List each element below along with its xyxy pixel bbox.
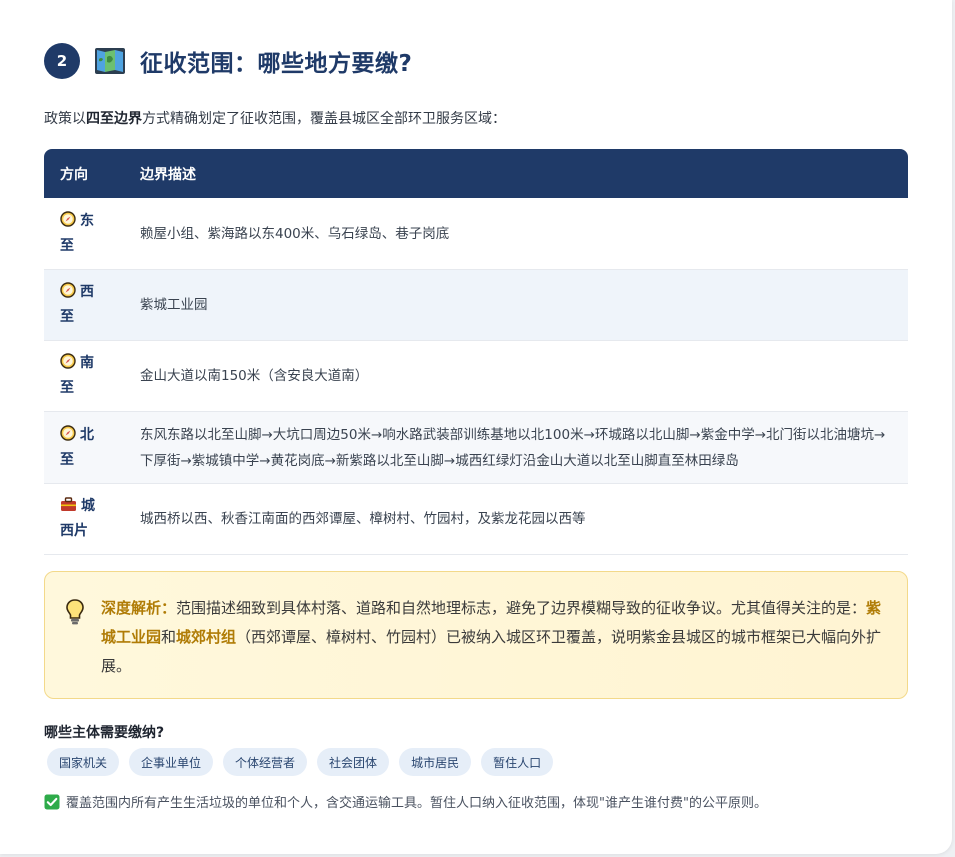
lightbulb-icon	[66, 599, 84, 625]
intro-text: 政策以四至边界方式精确划定了征收范围，覆盖县城区全部环卫服务区域：	[44, 111, 506, 127]
map-icon	[95, 48, 125, 74]
direction-cell: 东至	[60, 210, 94, 254]
description-cell: 赖屋小组、紫海路以东400米、乌石绿岛、巷子岗底	[140, 225, 450, 242]
table-row: 南至 金山大道以南150米（含安良大道南）	[44, 341, 908, 412]
content-card: 2 征收范围：哪些地方要缴? 政策以四至边界方式精确划定了征收范围，覆盖县城区全…	[0, 0, 952, 854]
table-row: 城西片 城西桥以西、秋香江南面的西郊谭屋、樟树村、竹园村，及紫龙花园以西等	[44, 484, 908, 555]
description-cell: 东风东路以北至山脚→大坑口周边50米→响水路武装部训练基地以北100米→环城路以…	[140, 426, 886, 469]
direction-cell: 北至	[60, 424, 94, 468]
direction-cell: 南至	[60, 353, 94, 396]
table-row: 西至 紫城工业园	[44, 270, 908, 341]
analysis-lead: 深度解析：	[101, 599, 177, 617]
coverage-note: 覆盖范围内所有产生生活垃圾的单位和个人，含交通运输工具。暂住人口纳入征收范围，体…	[44, 792, 767, 811]
description-cell: 紫城工业园	[140, 297, 208, 313]
subject-tag: 企事业单位	[129, 748, 214, 776]
compass-icon	[60, 282, 76, 298]
description-cell: 城西桥以西、秋香江南面的西郊谭屋、樟树村、竹园村，及紫龙花园以西等	[140, 511, 586, 527]
table-header: 方向 边界描述	[44, 149, 908, 198]
section-title: 征收范围：哪些地方要缴?	[140, 51, 413, 77]
direction-cell: 城西片	[60, 497, 95, 539]
compass-icon	[60, 210, 76, 227]
header-description: 边界描述	[140, 166, 196, 183]
bag-icon	[61, 497, 76, 511]
header-direction: 方向	[60, 166, 88, 183]
analysis-text: 深度解析：范围描述细致到具体村落、道路和自然地理标志，避免了边界模糊导致的征收争…	[101, 599, 882, 675]
table-row: 北至 东风东路以北至山脚→大坑口周边50米→响水路武装部训练基地以北100米→环…	[44, 412, 908, 484]
subject-tag: 城市居民	[399, 748, 472, 776]
section-number-badge: 2	[44, 43, 80, 79]
subjects-title: 哪些主体需要缴纳?	[44, 725, 165, 741]
subject-tag: 社会团体	[317, 748, 390, 776]
intro-emphasis: 四至边界	[86, 111, 142, 127]
section-header: 2 征收范围：哪些地方要缴?	[44, 42, 412, 80]
compass-icon	[60, 424, 76, 441]
subject-tags: 国家机关 企事业单位 个体经营者 社会团体 城市居民 暂住人口	[47, 748, 554, 776]
boundary-table: 方向 边界描述 东至 赖屋小组、紫海路以东400米、乌石绿岛、巷子岗底 西至 紫…	[44, 149, 908, 555]
subject-tag: 个体经营者	[223, 748, 308, 776]
table-row: 东至 赖屋小组、紫海路以东400米、乌石绿岛、巷子岗底	[44, 198, 908, 270]
highlight-suburban-villages: 城郊村组	[176, 628, 237, 646]
compass-icon	[60, 353, 76, 369]
subject-tag: 暂住人口	[481, 748, 554, 776]
subject-tag: 国家机关	[47, 748, 120, 776]
direction-cell: 西至	[60, 282, 94, 325]
coverage-note-text: 覆盖范围内所有产生生活垃圾的单位和个人，含交通运输工具。暂住人口纳入征收范围，体…	[66, 796, 767, 811]
analysis-callout: 深度解析：范围描述细致到具体村落、道路和自然地理标志，避免了边界模糊导致的征收争…	[44, 571, 908, 699]
description-cell: 金山大道以南150米（含安良大道南）	[140, 368, 369, 384]
checkmark-icon	[44, 794, 60, 809]
